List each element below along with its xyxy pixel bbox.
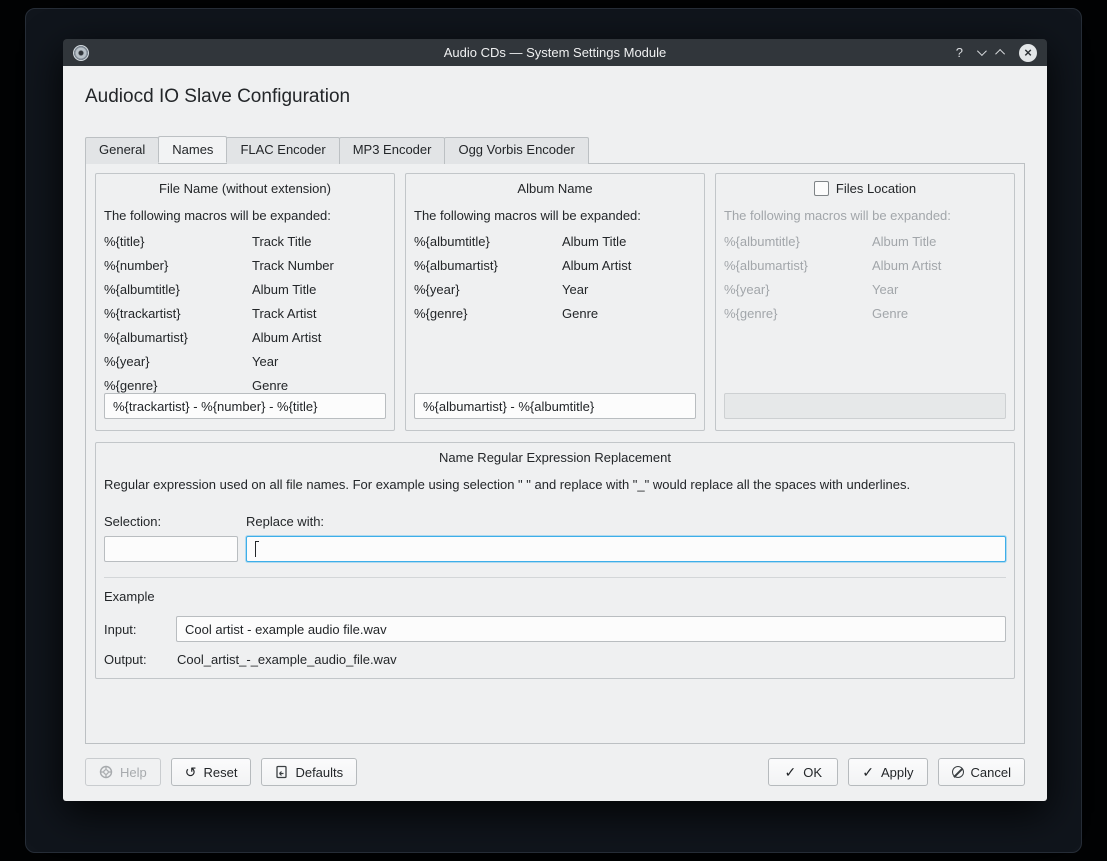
macro-desc: Genre [252,378,386,393]
example-separator [104,577,1006,578]
defaults-button[interactable]: Defaults [261,758,357,786]
tab-bar: General Names FLAC Encoder MP3 Encoder O… [85,136,1025,163]
help-button[interactable]: Help [85,758,161,786]
page-title: Audiocd IO Slave Configuration [85,86,1025,108]
tab-general[interactable]: General [85,137,159,164]
window-title: Audio CDs — System Settings Module [63,45,1047,60]
files-location-macro-list: %{albumtitle}Album Title %{albumartist}A… [724,234,1006,321]
macro-desc: Genre [562,306,696,321]
example-output-value: Cool_artist_-_example_audio_file.wav [176,652,1006,667]
apply-check-icon: ✓ [862,765,874,779]
tab-mp3-encoder[interactable]: MP3 Encoder [339,137,446,164]
example-input-label: Input: [104,622,168,637]
macro-name: %{albumtitle} [414,234,562,249]
macro-name: %{number} [104,258,252,273]
macro-desc: Album Title [562,234,696,249]
macro-desc: Album Artist [252,330,386,345]
ok-check-icon: ✓ [785,765,797,779]
macro-name: %{year} [724,282,872,297]
macro-desc: Genre [872,306,1006,321]
macro-desc: Track Title [252,234,386,249]
file-name-pattern-input[interactable] [104,393,386,419]
window-content: Audiocd IO Slave Configuration General N… [63,66,1047,801]
macro-name: %{genre} [104,378,252,393]
macro-name: %{genre} [414,306,562,321]
files-location-macros-intro: The following macros will be expanded: [724,208,1006,223]
macro-desc: Year [562,282,696,297]
album-name-macro-list: %{albumtitle}Album Title %{albumartist}A… [414,234,696,321]
macro-name: %{albumartist} [104,330,252,345]
macro-desc: Album Title [872,234,1006,249]
macro-name: %{albumartist} [724,258,872,273]
macro-name: %{albumartist} [414,258,562,273]
names-tab-panel: File Name (without extension) The follow… [85,163,1025,744]
macro-desc: Album Artist [872,258,1006,273]
regex-replacement-group: Name Regular Expression Replacement Regu… [95,442,1015,679]
file-name-group-title: File Name (without extension) [104,181,386,196]
reset-icon: ↺ [185,765,197,779]
macro-name: %{albumtitle} [724,234,872,249]
reset-button[interactable]: ↺ Reset [171,758,252,786]
text-cursor [255,541,256,557]
selection-input[interactable] [104,536,238,562]
titlebar[interactable]: Audio CDs — System Settings Module ? × [63,39,1047,66]
macro-name: %{genre} [724,306,872,321]
help-icon [99,765,113,779]
tab-names[interactable]: Names [158,136,227,163]
chevron-up-icon[interactable] [995,49,1005,59]
example-output-label: Output: [104,652,168,667]
tab-ogg-vorbis-encoder[interactable]: Ogg Vorbis Encoder [444,137,588,164]
macro-name: %{year} [104,354,252,369]
cancel-button[interactable]: Cancel [938,758,1025,786]
macro-desc: Year [252,354,386,369]
selection-label: Selection: [104,514,238,529]
files-location-group-title: Files Location [836,181,916,196]
titlebar-close-button[interactable]: × [1019,44,1037,62]
macro-desc: Track Artist [252,306,386,321]
album-name-group: Album Name The following macros will be … [405,173,705,431]
macro-name: %{trackartist} [104,306,252,321]
files-location-group: Files Location The following macros will… [715,173,1015,431]
replace-with-input[interactable] [246,536,1006,562]
chevron-down-icon[interactable] [977,46,987,56]
tab-flac-encoder[interactable]: FLAC Encoder [226,137,339,164]
desktop-background: Audio CDs — System Settings Module ? × A… [25,8,1082,853]
apply-button[interactable]: ✓ Apply [848,758,927,786]
macro-name: %{title} [104,234,252,249]
file-name-group: File Name (without extension) The follow… [95,173,395,431]
album-name-group-title: Album Name [414,181,696,196]
album-name-pattern-input[interactable] [414,393,696,419]
titlebar-help-button[interactable]: ? [956,45,963,60]
album-name-macros-intro: The following macros will be expanded: [414,208,696,223]
settings-window: Audio CDs — System Settings Module ? × A… [63,39,1047,801]
macro-desc: Track Number [252,258,386,273]
replace-with-label: Replace with: [246,514,1006,529]
audiocd-app-icon [73,45,89,61]
macro-desc: Album Artist [562,258,696,273]
files-location-pattern-input [724,393,1006,419]
macro-name: %{year} [414,282,562,297]
dialog-button-row: Help ↺ Reset Defaults ✓ OK [85,758,1025,786]
ok-button[interactable]: ✓ OK [768,758,838,786]
macro-name: %{albumtitle} [104,282,252,297]
cancel-icon [952,766,964,778]
files-location-checkbox[interactable] [814,181,829,196]
example-input-field[interactable] [176,616,1006,642]
file-name-macros-intro: The following macros will be expanded: [104,208,386,223]
macro-desc: Year [872,282,1006,297]
file-name-macro-list: %{title}Track Title %{number}Track Numbe… [104,234,386,393]
macro-desc: Album Title [252,282,386,297]
example-label: Example [104,589,1006,604]
defaults-icon [275,765,288,779]
regex-group-title: Name Regular Expression Replacement [104,450,1006,465]
regex-description: Regular expression used on all file name… [104,477,1006,492]
